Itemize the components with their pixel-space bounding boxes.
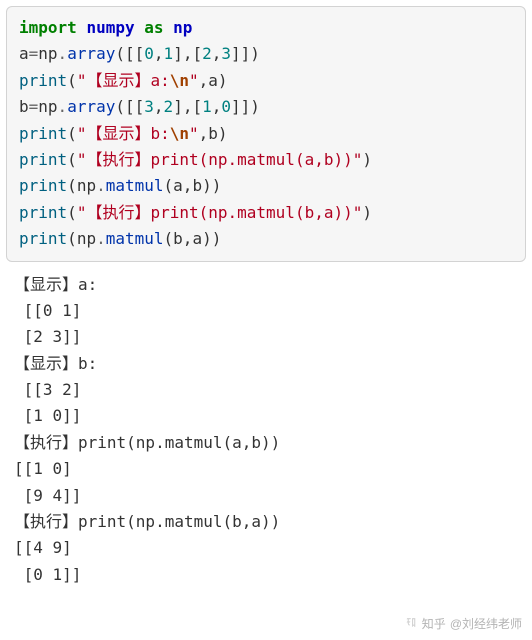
arg-b: b xyxy=(208,124,218,143)
paren: ( xyxy=(67,71,77,90)
code-cell: import numpy as np a=np.array([[0,1],[2,… xyxy=(6,6,526,262)
output-line: [[4 9] xyxy=(14,538,72,557)
np: np xyxy=(38,44,57,63)
output-line: 【执行】print(np.matmul(a,b)) xyxy=(14,433,280,452)
fn-array: array xyxy=(67,44,115,63)
num: 0 xyxy=(221,97,231,116)
paren: ( xyxy=(164,229,174,248)
string: "【执行】print(np.matmul(a,b))" xyxy=(77,150,363,169)
fn-matmul: matmul xyxy=(106,229,164,248)
arg-a: a xyxy=(173,176,183,195)
string: "【显示】b: xyxy=(77,124,170,143)
arg-b: b xyxy=(192,176,202,195)
np: np xyxy=(77,229,96,248)
paren: ( xyxy=(67,150,77,169)
output-line: [[3 2] xyxy=(14,380,81,399)
arg-a: a xyxy=(208,71,218,90)
bracket: ]]) xyxy=(231,44,260,63)
fn-print: print xyxy=(19,71,67,90)
num: 0 xyxy=(144,44,154,63)
output-line: 【执行】print(np.matmul(b,a)) xyxy=(14,512,280,531)
comma: , xyxy=(183,176,193,195)
string: "【执行】print(np.matmul(b,a))" xyxy=(77,203,363,222)
module-numpy: numpy xyxy=(86,18,134,37)
output-line: [0 1]] xyxy=(14,565,81,584)
comma: , xyxy=(199,71,209,90)
dot: . xyxy=(96,176,106,195)
fn-print: print xyxy=(19,176,67,195)
var-a: a xyxy=(19,44,29,63)
string: " xyxy=(189,124,199,143)
string: "【显示】a: xyxy=(77,71,170,90)
paren: ) xyxy=(218,71,228,90)
num: 2 xyxy=(164,97,174,116)
string: " xyxy=(189,71,199,90)
arg-b: b xyxy=(173,229,183,248)
eq: = xyxy=(29,44,39,63)
output-line: [1 0]] xyxy=(14,406,81,425)
np: np xyxy=(38,97,57,116)
np: np xyxy=(77,176,96,195)
paren: ) xyxy=(218,124,228,143)
bracket: ]]) xyxy=(231,97,260,116)
paren: ) xyxy=(362,150,372,169)
keyword-as: as xyxy=(144,18,163,37)
paren: ([[ xyxy=(115,44,144,63)
paren: ([[ xyxy=(115,97,144,116)
zhihu-icon xyxy=(405,616,418,632)
paren: ( xyxy=(67,229,77,248)
eq: = xyxy=(29,97,39,116)
num: 3 xyxy=(221,44,231,63)
comma: , xyxy=(199,124,209,143)
watermark-author: @刘经纬老师 xyxy=(450,615,522,632)
paren: ( xyxy=(67,124,77,143)
arg-a: a xyxy=(192,229,202,248)
escape: \n xyxy=(170,71,189,90)
watermark-brand: 知乎 xyxy=(422,615,446,632)
paren: )) xyxy=(202,176,221,195)
escape: \n xyxy=(170,124,189,143)
paren: )) xyxy=(202,229,221,248)
output-line: 【显示】b: xyxy=(14,354,97,373)
num: 2 xyxy=(202,44,212,63)
paren: ) xyxy=(362,203,372,222)
var-b: b xyxy=(19,97,29,116)
bracket: ],[ xyxy=(173,44,202,63)
fn-matmul: matmul xyxy=(106,176,164,195)
num: 1 xyxy=(164,44,174,63)
output-line: [[0 1] xyxy=(14,301,81,320)
output-line: [[1 0] xyxy=(14,459,72,478)
comma: , xyxy=(183,229,193,248)
num: 1 xyxy=(202,97,212,116)
keyword-import: import xyxy=(19,18,77,37)
alias-np: np xyxy=(173,18,192,37)
watermark: 知乎 @刘经纬老师 xyxy=(405,615,522,632)
output-cell: 【显示】a: [[0 1] [2 3]] 【显示】b: [[3 2] [1 0]… xyxy=(0,268,532,597)
paren: ( xyxy=(67,176,77,195)
dot: . xyxy=(58,44,68,63)
fn-print: print xyxy=(19,203,67,222)
fn-print: print xyxy=(19,150,67,169)
num: 3 xyxy=(144,97,154,116)
paren: ( xyxy=(164,176,174,195)
comma: , xyxy=(154,97,164,116)
output-line: 【显示】a: xyxy=(14,275,97,294)
comma: , xyxy=(154,44,164,63)
comma: , xyxy=(212,44,222,63)
paren: ( xyxy=(67,203,77,222)
bracket: ],[ xyxy=(173,97,202,116)
dot: . xyxy=(96,229,106,248)
output-line: [9 4]] xyxy=(14,486,81,505)
dot: . xyxy=(58,97,68,116)
fn-print: print xyxy=(19,124,67,143)
comma: , xyxy=(212,97,222,116)
output-line: [2 3]] xyxy=(14,327,81,346)
fn-print: print xyxy=(19,229,67,248)
fn-array: array xyxy=(67,97,115,116)
